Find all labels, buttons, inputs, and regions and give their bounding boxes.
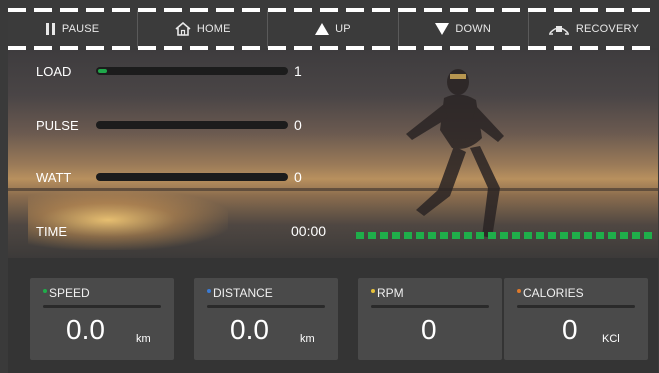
watt-bar	[96, 173, 288, 181]
home-label: HOME	[196, 23, 231, 35]
home-icon	[175, 22, 191, 36]
speed-divider	[43, 305, 161, 308]
distance-unit: km	[300, 333, 315, 345]
time-progress-segment	[368, 232, 376, 239]
time-progress-segment	[644, 232, 652, 239]
time-progress-segment	[392, 232, 400, 239]
time-progress-segment	[500, 232, 508, 239]
speed-value: 0.0	[66, 314, 105, 345]
speed-unit: km	[136, 333, 151, 345]
load-bar	[96, 67, 288, 75]
load-label: LOAD	[36, 64, 72, 79]
pause-label: PAUSE	[61, 23, 100, 35]
calories-dot	[517, 289, 521, 293]
workout-console: PAUSE HOME UP DOWN RECOVERY LOAD 1 PULSE…	[0, 0, 659, 373]
time-progress-segment	[428, 232, 436, 239]
sunset-runner-background: LOAD 1 PULSE 0 WATT 0 TIME 00:00	[8, 50, 658, 258]
toolbar-dashed-border-top	[8, 8, 658, 12]
watt-label: WATT	[36, 170, 72, 185]
time-progress-segment	[380, 232, 388, 239]
distance-tile: DISTANCE 0.0 km	[194, 278, 338, 360]
calories-tile: CALORIES 0 KCl	[504, 278, 648, 360]
rpm-dot	[371, 289, 375, 293]
time-progress-segment	[464, 232, 472, 239]
home-button[interactable]: HOME	[138, 10, 269, 48]
time-progress-segment	[596, 232, 604, 239]
runner-silhouette-icon	[406, 69, 504, 238]
triangle-up-icon	[315, 23, 330, 35]
down-label: DOWN	[455, 23, 492, 35]
watt-value: 0	[294, 169, 302, 185]
time-value: 00:00	[291, 223, 327, 239]
sun-glow	[28, 190, 228, 250]
speed-dot	[43, 289, 47, 293]
rpm-tile: RPM 0	[358, 278, 502, 360]
distance-divider	[207, 305, 325, 308]
time-progress-segment	[524, 232, 532, 239]
pause-icon	[45, 23, 56, 35]
top-toolbar: PAUSE HOME UP DOWN RECOVERY	[8, 10, 658, 48]
load-value: 1	[294, 63, 302, 79]
time-progress-segment	[632, 232, 640, 239]
pulse-bar	[96, 121, 288, 129]
rpm-value: 0	[421, 314, 437, 345]
distance-label: DISTANCE	[213, 286, 273, 300]
time-progress-segment	[608, 232, 616, 239]
recovery-label: RECOVERY	[575, 23, 639, 35]
time-progress-segment	[560, 232, 568, 239]
pause-button[interactable]: PAUSE	[8, 10, 139, 48]
time-progress-segment	[572, 232, 580, 239]
calories-unit: KCl	[602, 333, 620, 345]
time-progress-segment	[512, 232, 520, 239]
time-progress-segment	[620, 232, 628, 239]
time-progress-segment	[488, 232, 496, 239]
time-progress-segment	[440, 232, 448, 239]
recovery-button[interactable]: RECOVERY	[529, 10, 658, 48]
horizon-line	[8, 188, 658, 191]
load-bar-fill	[98, 69, 107, 73]
pulse-label: PULSE	[36, 118, 79, 133]
time-progress-segment	[416, 232, 424, 239]
time-progress-segment	[548, 232, 556, 239]
time-progress-segments	[356, 232, 652, 239]
recovery-icon	[548, 22, 570, 36]
time-progress-segment	[356, 232, 364, 239]
triangle-down-icon	[435, 23, 450, 35]
pulse-value: 0	[294, 117, 302, 133]
calories-value: 0	[562, 314, 578, 345]
time-progress-segment	[404, 232, 412, 239]
rpm-label: RPM	[377, 286, 404, 300]
stats-tiles-area: SPEED 0.0 km DISTANCE 0.0 km RPM 0 CALOR…	[8, 258, 658, 373]
time-progress-segment	[476, 232, 484, 239]
calories-divider	[517, 305, 635, 308]
time-progress-segment	[536, 232, 544, 239]
down-button[interactable]: DOWN	[399, 10, 529, 48]
up-button[interactable]: UP	[268, 10, 399, 48]
time-label: TIME	[36, 224, 68, 239]
speed-label: SPEED	[49, 286, 90, 300]
time-progress-segment	[584, 232, 592, 239]
rpm-divider	[371, 305, 489, 308]
time-progress-segment	[452, 232, 460, 239]
distance-value: 0.0	[230, 314, 269, 345]
distance-dot	[207, 289, 211, 293]
speed-tile: SPEED 0.0 km	[30, 278, 174, 360]
calories-label: CALORIES	[523, 286, 584, 300]
up-label: UP	[335, 23, 351, 35]
